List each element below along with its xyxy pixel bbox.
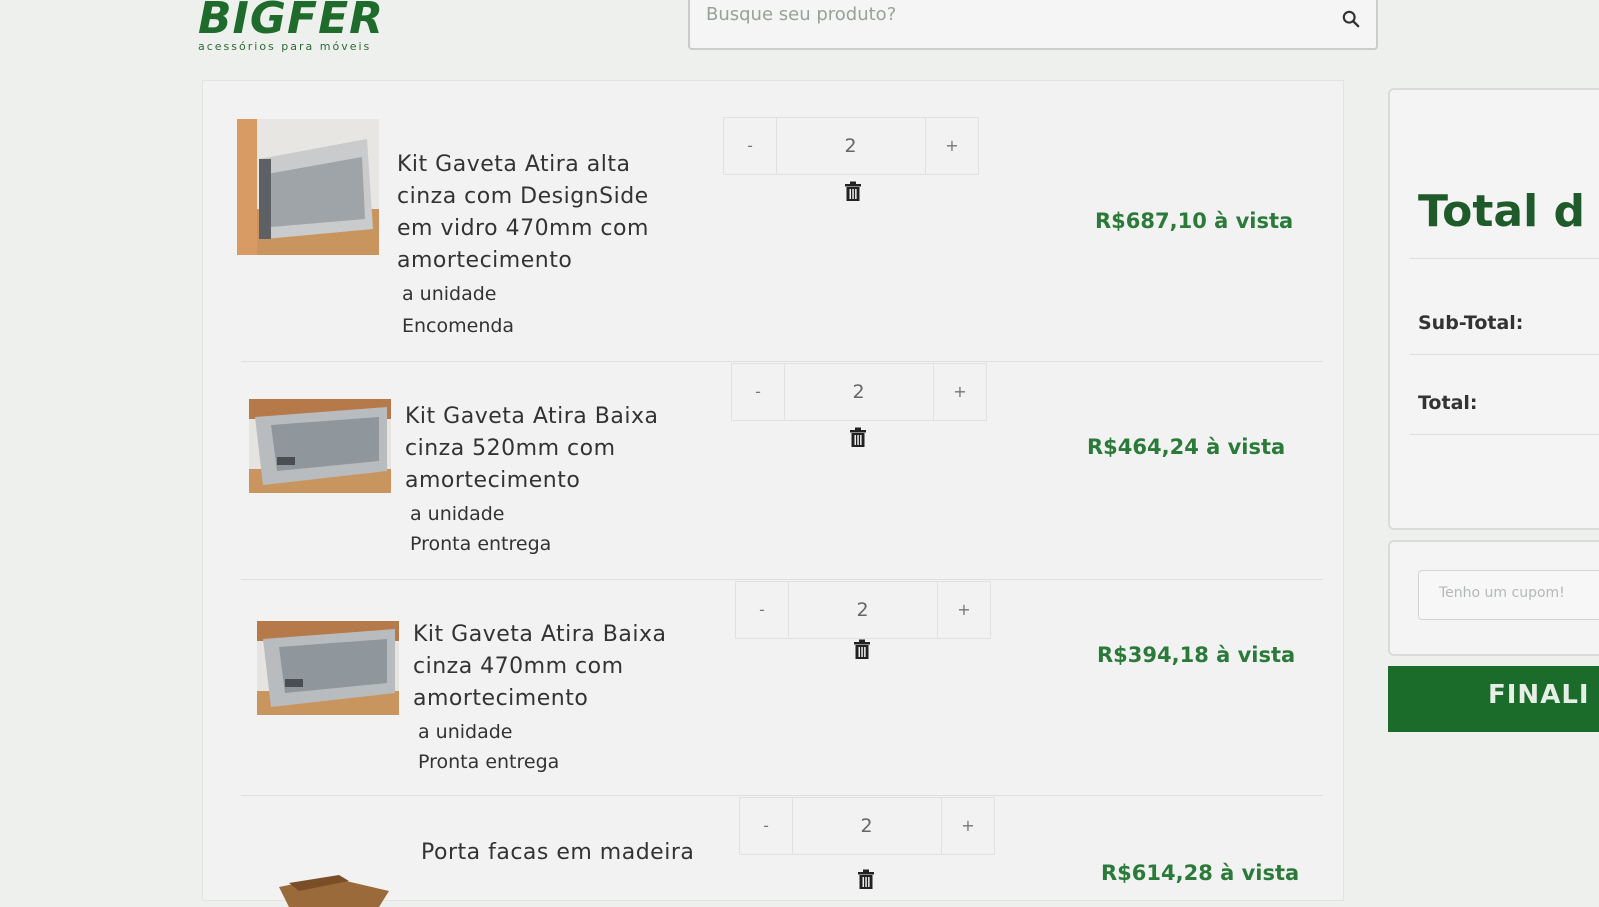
finalize-purchase-button[interactable]: FINALI — [1388, 666, 1599, 732]
subtotal-label: Sub-Total: — [1418, 312, 1524, 334]
quantity-stepper[interactable]: - 2 + — [739, 797, 995, 855]
product-image[interactable] — [257, 621, 399, 715]
trash-icon[interactable] — [853, 639, 871, 659]
quantity-value[interactable]: 2 — [792, 798, 942, 854]
product-price: R$687,10 à vista — [1095, 209, 1294, 233]
product-name-line: Porta facas em madeira — [421, 840, 695, 865]
product-name[interactable]: Porta facas em madeira — [421, 837, 711, 869]
decrease-quantity-button[interactable]: - — [732, 364, 785, 420]
increase-quantity-button[interactable]: + — [937, 582, 990, 638]
unit-label: a unidade — [402, 283, 497, 305]
quantity-value[interactable]: 2 — [776, 118, 926, 174]
product-name-line: em vidro 470mm com — [397, 216, 649, 241]
coupon-input[interactable]: Tenho um cupom! — [1418, 570, 1599, 620]
summary-title: Total d — [1418, 186, 1586, 237]
increase-quantity-button[interactable]: + — [925, 118, 978, 174]
summary-divider — [1410, 258, 1599, 259]
summary-divider — [1410, 434, 1599, 435]
order-summary-panel: Total d Sub-Total: Total: — [1388, 88, 1599, 530]
quantity-stepper[interactable]: - 2 + — [723, 117, 979, 175]
unit-label: a unidade — [418, 721, 513, 743]
product-name[interactable]: Kit Gaveta Atira Baixa cinza 470mm com a… — [413, 619, 703, 715]
product-price: R$394,18 à vista — [1097, 643, 1296, 667]
availability-label: Pronta entrega — [418, 751, 560, 773]
search-input[interactable]: Busque seu produto? — [706, 4, 896, 25]
product-image[interactable] — [269, 847, 411, 907]
trash-icon[interactable] — [857, 869, 875, 889]
decrease-quantity-button[interactable]: - — [740, 798, 793, 854]
search-icon[interactable] — [1342, 10, 1360, 28]
item-divider — [241, 795, 1323, 796]
product-name-line: amortecimento — [413, 686, 589, 711]
product-name-line: Kit Gaveta Atira Baixa — [405, 404, 659, 429]
item-divider — [241, 361, 1323, 362]
brand-logo[interactable]: BIGFER acessórios para móveis — [198, 0, 388, 56]
summary-divider — [1410, 354, 1599, 355]
unit-label: a unidade — [410, 503, 505, 525]
product-name[interactable]: Kit Gaveta Atira alta cinza com DesignSi… — [397, 149, 687, 277]
quantity-stepper[interactable]: - 2 + — [735, 581, 991, 639]
availability-label: Encomenda — [402, 315, 515, 337]
availability-label: Pronta entrega — [410, 533, 552, 555]
trash-icon[interactable] — [849, 427, 867, 447]
product-name-line: cinza 470mm com — [413, 654, 624, 679]
trash-icon[interactable] — [844, 181, 862, 201]
quantity-value[interactable]: 2 — [784, 364, 934, 420]
product-name-line: cinza 520mm com — [405, 436, 616, 461]
decrease-quantity-button[interactable]: - — [736, 582, 789, 638]
total-label: Total: — [1418, 392, 1478, 414]
quantity-value[interactable]: 2 — [788, 582, 938, 638]
product-price: R$614,28 à vista — [1101, 861, 1300, 885]
coupon-placeholder: Tenho um cupom! — [1439, 585, 1565, 601]
product-name-line: amortecimento — [397, 248, 573, 273]
logo-tagline: acessórios para móveis — [198, 40, 372, 53]
product-name[interactable]: Kit Gaveta Atira Baixa cinza 520mm com a… — [405, 401, 695, 497]
product-name-line: amortecimento — [405, 468, 581, 493]
quantity-stepper[interactable]: - 2 + — [731, 363, 987, 421]
product-price: R$464,24 à vista — [1087, 435, 1286, 459]
increase-quantity-button[interactable]: + — [933, 364, 986, 420]
item-divider — [241, 579, 1323, 580]
product-name-line: cinza com DesignSide — [397, 184, 649, 209]
product-name-line: Kit Gaveta Atira Baixa — [413, 622, 667, 647]
finalize-label: FINALI — [1488, 680, 1590, 710]
product-name-line: Kit Gaveta Atira alta — [397, 152, 631, 177]
increase-quantity-button[interactable]: + — [941, 798, 994, 854]
product-image[interactable] — [237, 119, 379, 255]
search-bar[interactable]: Busque seu produto? — [688, 0, 1378, 50]
cart-list: Kit Gaveta Atira alta cinza com DesignSi… — [202, 80, 1344, 907]
decrease-quantity-button[interactable]: - — [724, 118, 777, 174]
coupon-panel: Tenho um cupom! — [1388, 540, 1599, 656]
product-image[interactable] — [249, 399, 391, 493]
